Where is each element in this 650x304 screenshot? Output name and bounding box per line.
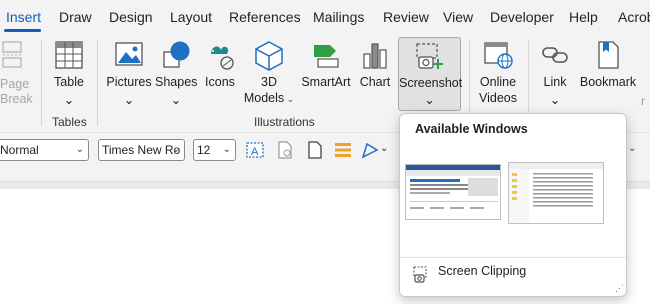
bookmark-button[interactable]: Bookmark — [579, 34, 637, 114]
pictures-label: Pictures — [106, 75, 152, 89]
window-thumbnail-document[interactable] — [405, 164, 501, 220]
link-button[interactable]: Link ⌄ — [535, 34, 575, 114]
online-videos-label-1: Online — [479, 75, 517, 89]
tab-developer[interactable]: Developer — [490, 9, 554, 25]
text-box-icon[interactable]: A — [245, 140, 265, 160]
shapes-icon — [161, 40, 191, 73]
online-videos-label-2: Videos — [479, 91, 517, 105]
document-settings-icon[interactable] — [275, 140, 295, 160]
link-icon — [540, 40, 570, 73]
pictures-button[interactable]: Pictures ⌄ — [106, 34, 152, 114]
screen-clipping-label: Screen Clipping — [438, 264, 527, 278]
font-select-value: Times New Ro — [102, 143, 181, 157]
3d-models-label-2-wrap: Models ⌄ — [242, 90, 296, 107]
screen-clipping-icon — [412, 265, 430, 286]
tab-layout[interactable]: Layout — [170, 9, 212, 25]
link-label: Link — [543, 75, 567, 89]
table-label: Table — [54, 75, 84, 89]
page-break-button[interactable]: Page Break — [0, 34, 33, 114]
table-button[interactable]: Table ⌄ — [48, 34, 90, 114]
chevron-down-icon: ⌄ — [424, 93, 435, 107]
chevron-down-icon: ⌄ — [63, 93, 75, 107]
menu-separator — [400, 257, 626, 258]
menu-tab-bar: Insert Draw Design Layout References Mai… — [0, 0, 650, 34]
screenshot-icon — [414, 41, 446, 74]
smartart-label: SmartArt — [301, 75, 351, 89]
screenshot-label: Screenshot — [399, 76, 463, 90]
bar-chart-icon — [361, 40, 389, 73]
screenshot-button[interactable]: Screenshot ⌄ — [398, 37, 463, 111]
tab-acrobat[interactable]: Acrob — [618, 9, 650, 25]
table-icon — [54, 40, 84, 73]
shapes-label: Shapes — [155, 75, 198, 89]
tab-view[interactable]: View — [443, 9, 473, 25]
screen-clipping-menu-item[interactable]: Screen Clipping — [401, 261, 625, 287]
draw-pen-icon[interactable] — [360, 140, 380, 160]
chevron-down-icon: ⌄ — [123, 93, 135, 107]
group-label-illustrations: Illustrations — [254, 115, 315, 129]
page-break-label-2: Break — [0, 92, 33, 106]
active-tab-indicator — [4, 29, 41, 32]
online-video-icon — [483, 40, 513, 73]
chart-label: Chart — [359, 75, 391, 89]
chevron-down-icon: ⌄ — [171, 144, 180, 155]
icons-label: Icons — [205, 75, 235, 89]
icons-button[interactable]: Icons — [201, 34, 239, 114]
resize-grip-icon[interactable]: ⋰ — [615, 283, 624, 294]
font-size-value: 12 — [197, 143, 211, 157]
shapes-button[interactable]: Shapes ⌄ — [155, 34, 197, 114]
page-break-icon — [1, 40, 23, 71]
font-select[interactable]: Times New Ro ⌄ — [98, 139, 185, 161]
chevron-down-icon: ⌄ — [549, 93, 561, 107]
tab-draw[interactable]: Draw — [59, 9, 92, 25]
chevron-down-icon: ⌄ — [222, 144, 231, 155]
tab-help[interactable]: Help — [569, 9, 598, 25]
tab-mailings[interactable]: Mailings — [313, 9, 364, 25]
bookmark-label: Bookmark — [579, 75, 637, 89]
icons-icon — [205, 40, 235, 73]
3d-models-label-1: 3D — [261, 75, 277, 89]
smartart-icon — [310, 40, 342, 73]
cube-icon — [254, 40, 284, 75]
group-separator — [41, 40, 42, 126]
bookmark-icon — [594, 40, 622, 73]
chevron-down-icon: ⌄ — [284, 94, 295, 104]
style-select[interactable]: Normal ⌄ — [0, 139, 89, 161]
font-size-select[interactable]: 12 ⌄ — [193, 139, 236, 161]
chevron-down-icon[interactable]: ⌄ — [628, 143, 648, 163]
ribbon-overflow-marker: r — [641, 94, 645, 108]
list-levels-icon[interactable] — [333, 140, 353, 160]
svg-text:A: A — [251, 146, 259, 158]
picture-icon — [114, 40, 144, 71]
group-separator — [97, 40, 98, 126]
page-break-label-1: Page — [0, 77, 30, 91]
tab-review[interactable]: Review — [383, 9, 429, 25]
chart-button[interactable]: Chart — [356, 34, 394, 114]
chevron-down-icon: ⌄ — [170, 93, 182, 107]
style-select-value: Normal — [0, 143, 39, 157]
chevron-down-icon: ⌄ — [75, 144, 84, 155]
smartart-button[interactable]: SmartArt — [299, 34, 353, 114]
online-videos-button[interactable]: Online Videos — [474, 34, 522, 114]
blank-page-icon[interactable] — [305, 140, 325, 160]
tab-insert[interactable]: Insert — [6, 9, 41, 25]
available-windows-heading: Available Windows — [415, 122, 528, 136]
group-label-tables: Tables — [52, 115, 87, 129]
3d-models-label-2: Models — [243, 91, 285, 105]
chevron-down-icon[interactable]: ⌄ — [380, 143, 400, 163]
3d-models-button[interactable]: 3D Models ⌄ — [242, 34, 296, 114]
window-thumbnail-file-explorer[interactable] — [508, 162, 604, 224]
tab-design[interactable]: Design — [109, 9, 153, 25]
screenshot-dropdown: Available Windows Screen Clipping ⋰ — [399, 113, 627, 297]
tab-references[interactable]: References — [229, 9, 301, 25]
